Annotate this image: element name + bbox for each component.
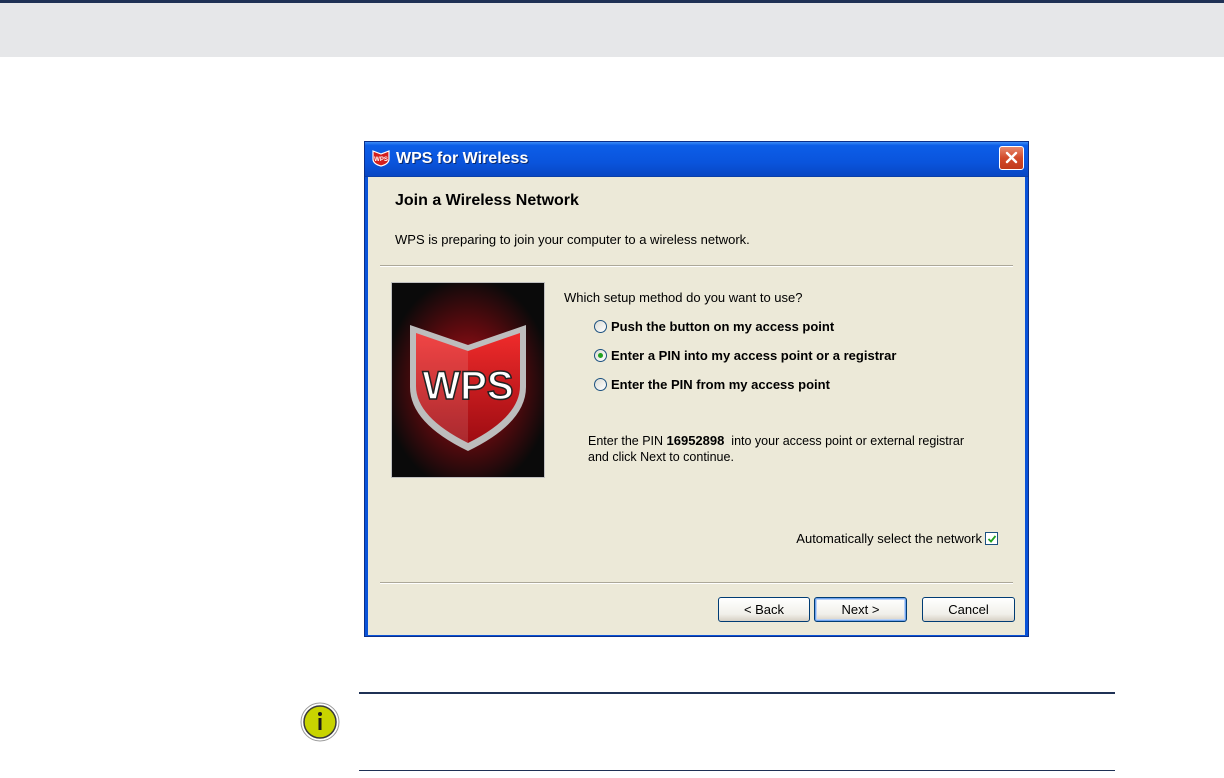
pin-prefix: Enter the PIN [588, 434, 667, 448]
dialog-client-area: Join a Wireless Network WPS is preparing… [368, 177, 1025, 635]
wps-shield-icon: WPS [372, 149, 390, 167]
close-button[interactable] [999, 146, 1024, 170]
cancel-button[interactable]: Cancel [922, 597, 1015, 622]
page-header-band [0, 3, 1224, 57]
checkmark-icon [987, 535, 997, 543]
pin-suffix: into your access point or external regis… [724, 434, 965, 448]
option-push-button[interactable]: Push the button on my access point [594, 317, 834, 335]
note-bottom-rule [359, 770, 1115, 771]
next-button[interactable]: Next > [814, 597, 907, 622]
radio-enter-pin-registrar[interactable] [594, 348, 607, 362]
option-label: Push the button on my access point [611, 318, 835, 334]
wizard-subtitle: WPS is preparing to join your computer t… [395, 232, 750, 247]
pin-instructions: Enter the PIN 16952898 into your access … [588, 433, 964, 465]
auto-select-network[interactable]: Automatically select the network [796, 531, 998, 546]
back-button[interactable]: < Back [718, 597, 810, 622]
page: WPS WPS for Wireless Join a Wireless Net… [0, 0, 1224, 778]
auto-select-label: Automatically select the network [796, 531, 982, 546]
option-label: Enter a PIN into my access point or a re… [611, 347, 897, 363]
wps-dialog: WPS WPS for Wireless Join a Wireless Net… [364, 141, 1029, 637]
wizard-header: Join a Wireless Network WPS is preparing… [368, 177, 1025, 264]
wps-logo-image: WPS [391, 282, 545, 478]
setup-question: Which setup method do you want to use? [564, 290, 803, 305]
option-enter-pin-registrar[interactable]: Enter a PIN into my access point or a re… [594, 346, 896, 364]
wizard-title: Join a Wireless Network [395, 192, 579, 209]
svg-text:WPS: WPS [374, 157, 388, 163]
auto-select-checkbox[interactable] [985, 532, 998, 545]
radio-pin-from-ap[interactable] [594, 377, 607, 391]
pin-value: 16952898 [666, 433, 725, 448]
title-bar[interactable]: WPS WPS for Wireless [365, 142, 1028, 177]
pin-line2: and click Next to continue. [588, 450, 734, 464]
option-label: Enter the PIN from my access point [611, 376, 830, 392]
note-top-rule [359, 692, 1115, 694]
footer-separator [380, 582, 1013, 584]
header-separator [380, 265, 1013, 267]
radio-push-button[interactable] [594, 319, 607, 333]
close-icon [1005, 151, 1018, 164]
option-pin-from-ap[interactable]: Enter the PIN from my access point [594, 375, 830, 393]
wps-logo-text: WPS [422, 364, 513, 408]
window-title: WPS for Wireless [396, 150, 529, 167]
info-icon [299, 701, 341, 743]
